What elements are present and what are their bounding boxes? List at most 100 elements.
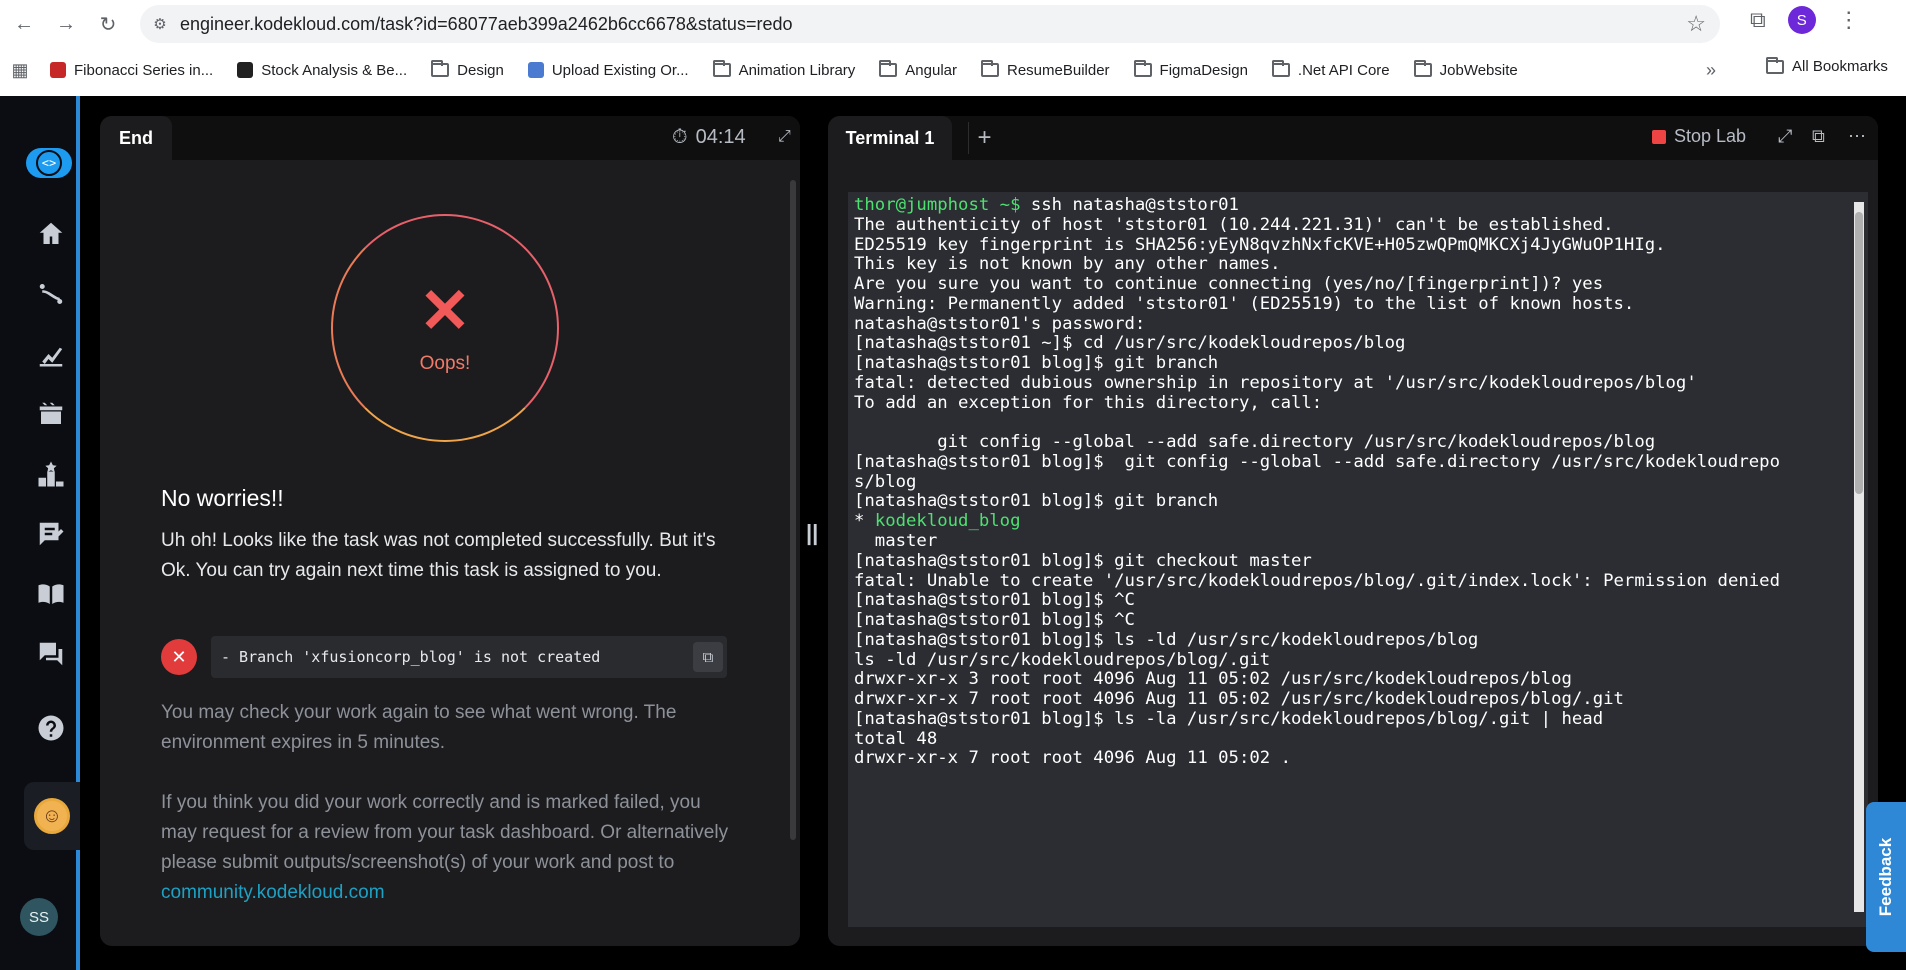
terminal-text: This key is not known by any other names… — [854, 254, 1281, 275]
notes-icon[interactable] — [34, 518, 68, 550]
panel-resize-handle[interactable]: || — [806, 520, 818, 546]
extensions-icon[interactable]: ⧉ — [1750, 7, 1766, 33]
apps-grid-icon[interactable]: ▦ — [0, 60, 40, 81]
terminal-text: fatal: Unable to create '/usr/src/kodekl… — [854, 570, 1780, 591]
error-item: ✕ - Branch 'xfusioncorp_blog' is not cre… — [161, 636, 727, 678]
bookmark-item[interactable]: FigmaDesign — [1133, 60, 1248, 79]
site-info-icon[interactable]: ⚙ — [140, 15, 180, 33]
more-bookmarks-icon[interactable]: » — [1706, 60, 1716, 81]
url-text[interactable]: engineer.kodekloud.com/task?id=68077aeb3… — [180, 14, 792, 35]
profile-avatar-panel[interactable]: ☺ — [24, 782, 80, 850]
bookmark-item[interactable]: Upload Existing Or... — [527, 62, 689, 79]
address-bar[interactable]: ⚙ engineer.kodekloud.com/task?id=68077ae… — [140, 5, 1720, 43]
bookmark-item[interactable]: Fibonacci Series in... — [50, 62, 213, 79]
bookmark-list: Fibonacci Series in... Stock Analysis & B… — [50, 60, 1542, 79]
labs-icon[interactable] — [34, 398, 68, 430]
terminal-line: Are you sure you want to continue connec… — [854, 274, 1840, 295]
terminal-text: [natasha@ststor01 blog]$ ^C — [854, 590, 1135, 611]
terminal-text: [natasha@ststor01 blog]$ git branch — [854, 353, 1219, 374]
browser-menu-icon[interactable]: ⋮ — [1838, 7, 1860, 33]
bookmark-label: FigmaDesign — [1159, 61, 1248, 79]
terminal-line: fatal: Unable to create '/usr/src/kodekl… — [854, 570, 1840, 592]
terminal-text: Are you sure you want to continue connec… — [854, 274, 1604, 295]
terminal-text: ED25519 key fingerprint is SHA256:yEyN8q… — [854, 234, 1666, 255]
terminal-text: [natasha@ststor01 blog]$ git config --gl… — [854, 451, 1780, 472]
roadmap-icon[interactable] — [34, 278, 68, 310]
all-bookmarks-label: All Bookmarks — [1792, 58, 1888, 75]
terminal-line: natasha@ststor01's password: — [854, 313, 1840, 335]
more-options-icon[interactable]: ⋯ — [1848, 126, 1866, 147]
terminal-text: git config --global --add safe.directory… — [854, 432, 1656, 453]
terminal-text: natasha@ststor01's password: — [854, 313, 1146, 334]
terminal-output[interactable]: thor@jumphost ~$ ssh natasha@ststor01 The… — [848, 192, 1868, 927]
help-icon[interactable] — [34, 712, 68, 744]
terminal-line: [natasha@ststor01 blog]$ ls -la /usr/src… — [854, 708, 1840, 730]
copy-icon[interactable]: ⧉ — [693, 642, 723, 672]
add-terminal-icon[interactable]: + — [968, 122, 1000, 154]
terminal-lines: thor@jumphost ~$ ssh natasha@ststor01 The… — [854, 195, 1840, 769]
left-panel-scrollbar[interactable] — [790, 180, 796, 840]
expand-icon[interactable]: ⤢ — [778, 128, 791, 146]
terminal-line: [natasha@ststor01 ~]$ cd /usr/src/kodekl… — [854, 333, 1840, 354]
forward-icon[interactable]: → — [48, 6, 84, 42]
favicon-icon — [527, 62, 544, 78]
avatar-face-icon: ☺ — [34, 798, 70, 834]
progress-icon[interactable] — [34, 338, 68, 370]
terminal-line: [natasha@ststor01 blog]$ ^C — [854, 610, 1840, 631]
terminal-text: [natasha@ststor01 ~]$ cd /usr/src/kodekl… — [854, 333, 1406, 354]
terminal-line: master — [854, 531, 1840, 552]
book-icon[interactable] — [34, 578, 68, 610]
expand-icon[interactable]: ⤢ — [1778, 126, 1792, 147]
all-bookmarks-button[interactable]: All Bookmarks — [1766, 56, 1888, 75]
bookmark-item[interactable]: JobWebsite — [1413, 60, 1518, 79]
terminal-text: To add an exception for this directory, … — [854, 392, 1323, 413]
bookmark-item[interactable]: Animation Library — [712, 60, 855, 79]
bookmark-item[interactable]: Stock Analysis & Be... — [237, 62, 407, 79]
terminal-panel: Terminal 1 + Stop Lab ⤢ ⧉ ⋯ thor@jumphos… — [828, 116, 1878, 946]
terminal-line: s/blog — [854, 472, 1840, 493]
tab-terminal-1[interactable]: Terminal 1 — [828, 116, 952, 160]
folder-icon — [879, 60, 898, 77]
terminal-prefix: * — [854, 511, 875, 532]
profile-avatar[interactable]: S — [1787, 6, 1816, 34]
folder-icon — [1766, 56, 1784, 74]
terminal-line: [natasha@ststor01 blog]$ git branch — [854, 353, 1840, 374]
terminal-text: ssh natasha@ststor01 — [1020, 195, 1239, 215]
error-x-icon: ✕ — [161, 639, 197, 675]
stop-lab-button[interactable]: Stop Lab — [1652, 126, 1746, 147]
user-initials-avatar[interactable]: SS — [20, 898, 58, 936]
bookmark-item[interactable]: ResumeBuilder — [981, 60, 1110, 79]
terminal-text: drwxr-xr-x 3 root root 4096 Aug 11 05:02… — [854, 669, 1572, 690]
bookmark-item[interactable]: Design — [431, 60, 504, 79]
kodekloud-logo[interactable]: <> — [26, 148, 72, 178]
bookmark-item[interactable]: .Net API Core — [1271, 60, 1390, 79]
community-link[interactable]: community.kodekloud.com — [161, 882, 385, 903]
folder-icon — [1271, 60, 1290, 77]
browser-toolbar: ← → ↻ ⚙ engineer.kodekloud.com/task?id=6… — [0, 0, 1906, 48]
bookmark-item[interactable]: Angular — [879, 60, 957, 79]
terminal-text: [natasha@ststor01 blog]$ ls -la /usr/src… — [854, 708, 1604, 729]
folder-icon — [1413, 60, 1432, 77]
result-message: Uh oh! Looks like the task was not compl… — [161, 530, 716, 581]
home-icon[interactable] — [34, 218, 68, 250]
tab-end[interactable]: End — [100, 116, 172, 160]
open-new-window-icon[interactable]: ⧉ — [1812, 126, 1825, 147]
folder-icon — [712, 60, 731, 77]
chat-icon[interactable] — [34, 638, 68, 670]
terminal-scrollbar[interactable] — [1854, 202, 1864, 912]
bookmark-label: Angular — [905, 61, 957, 79]
terminal-line: The authenticity of host 'ststor01 (10.2… — [854, 215, 1840, 236]
left-panel-header: End ⏱ 04:14 ⤢ — [100, 116, 800, 160]
leaderboard-icon[interactable] — [34, 458, 68, 490]
bookmark-label: Stock Analysis & Be... — [261, 61, 408, 79]
back-icon[interactable]: ← — [6, 6, 42, 42]
terminal-text: [natasha@ststor01 blog]$ ^C — [854, 610, 1135, 631]
terminal-line: [natasha@ststor01 blog]$ git config --gl… — [854, 451, 1840, 473]
scrollbar-thumb[interactable] — [1855, 212, 1863, 494]
feedback-tab[interactable]: Feedback — [1866, 802, 1906, 952]
terminal-line: thor@jumphost ~$ ssh natasha@ststor01 — [854, 195, 1840, 216]
bookmark-star-icon[interactable]: ☆ — [1686, 11, 1706, 37]
bookmark-label: JobWebsite — [1439, 61, 1518, 79]
reload-icon[interactable]: ↻ — [90, 6, 126, 42]
feedback-label: Feedback — [1876, 837, 1895, 917]
